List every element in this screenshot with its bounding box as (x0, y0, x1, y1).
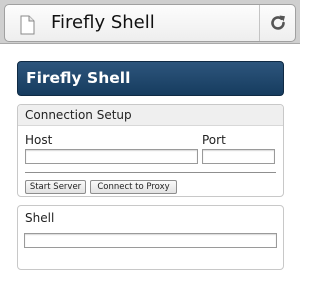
port-label: Port (202, 133, 226, 147)
reload-button[interactable] (260, 5, 295, 41)
start-server-button[interactable]: Start Server (25, 180, 86, 194)
connection-setup-header: Connection Setup (18, 105, 283, 126)
address-bar[interactable]: Firefly Shell (4, 4, 296, 42)
page-title: Firefly Shell (51, 12, 155, 33)
host-label: Host (25, 133, 53, 147)
port-input[interactable] (202, 149, 275, 164)
shell-panel: Shell (17, 205, 284, 270)
app-title: Firefly Shell (26, 69, 131, 87)
host-input[interactable] (25, 149, 198, 164)
connection-setup-panel: Connection Setup Host Port Start Server … (17, 104, 284, 197)
connection-setup-title: Connection Setup (25, 108, 132, 122)
shell-input[interactable] (24, 233, 277, 248)
browser-toolbar: Firefly Shell (0, 0, 300, 44)
app-header: Firefly Shell (17, 61, 284, 96)
document-icon (17, 15, 37, 35)
shell-title: Shell (25, 211, 55, 225)
reload-icon (270, 15, 285, 30)
connection-divider (25, 172, 276, 173)
connect-to-proxy-button[interactable]: Connect to Proxy (90, 180, 177, 194)
